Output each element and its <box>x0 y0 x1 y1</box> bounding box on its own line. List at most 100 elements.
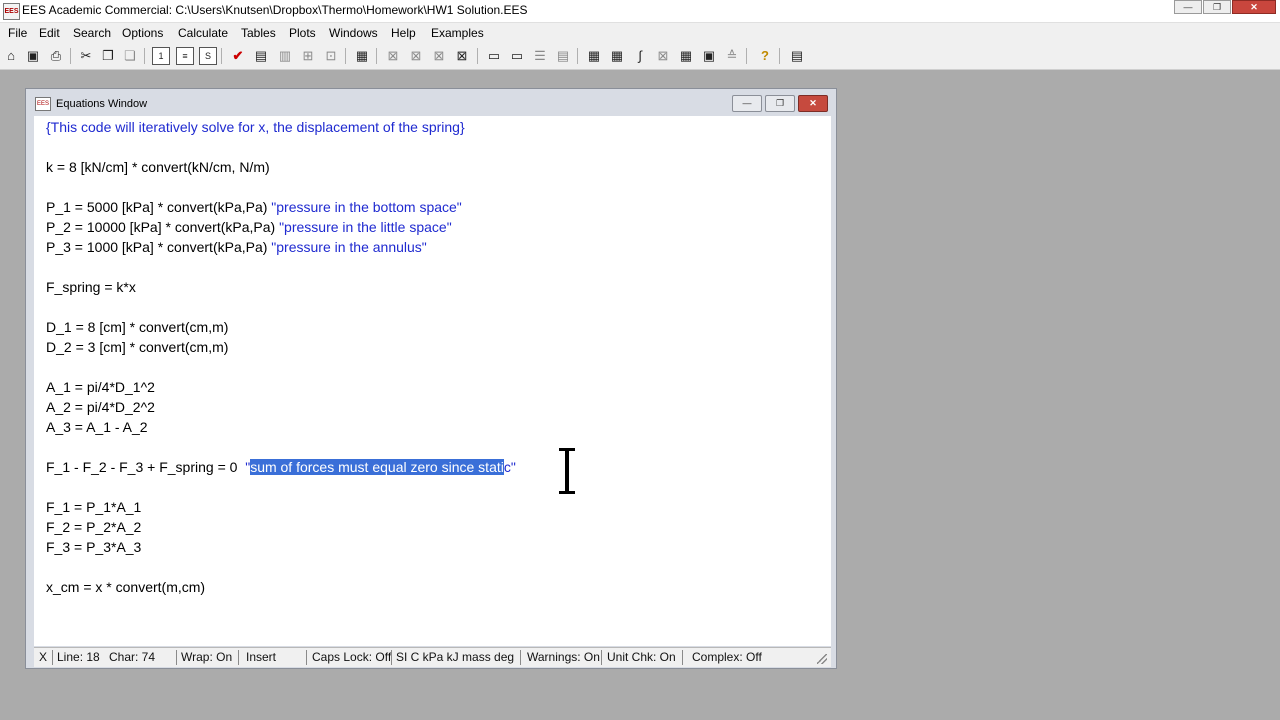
formatted-equations-icon[interactable]: ≡ <box>176 47 194 65</box>
equations-window-controls: — ❐ ✕ <box>729 95 828 112</box>
status-line: Line: 18 <box>57 650 100 664</box>
plot4-icon[interactable]: ⊠ <box>453 47 471 65</box>
eq-minimize-button[interactable]: — <box>732 95 762 112</box>
menu-search[interactable]: Search <box>73 26 111 40</box>
text-cursor-icon <box>559 448 575 494</box>
toolbar-separator <box>746 48 747 64</box>
residuals-icon[interactable]: ⊞ <box>299 47 317 65</box>
code-line: k = 8 [kN/cm] * convert(kN/cm, N/m) <box>46 159 270 175</box>
code-comment: c" <box>503 459 516 475</box>
code-line: A_2 = pi/4*D_2^2 <box>46 399 155 415</box>
minimize-button[interactable]: — <box>1174 0 1202 14</box>
paste-icon[interactable]: ❏ <box>121 47 139 65</box>
toolbar-separator <box>144 48 145 64</box>
equations-editor[interactable]: {This code will iteratively solve for x,… <box>34 116 831 646</box>
code-line: x_cm = x * convert(m,cm) <box>46 579 206 595</box>
arrays-table-icon[interactable]: ▤ <box>554 47 572 65</box>
menu-help[interactable]: Help <box>391 26 416 40</box>
status-x: X <box>39 650 48 664</box>
status-units[interactable]: SI C kPa kJ mass deg <box>396 650 514 665</box>
toolbar-separator <box>345 48 346 64</box>
maximize-button[interactable]: ❐ <box>1203 0 1231 14</box>
menu-calculate[interactable]: Calculate <box>178 26 228 40</box>
menu-examples[interactable]: Examples <box>431 26 484 40</box>
menu-tables[interactable]: Tables <box>241 26 276 40</box>
ees-app-icon: EES <box>3 3 20 20</box>
toolbar-separator <box>221 48 222 64</box>
menu-edit[interactable]: Edit <box>39 26 60 40</box>
status-unit-check[interactable]: Unit Chk: On <box>607 650 676 665</box>
info-icon[interactable]: ≙ <box>723 47 741 65</box>
status-insert[interactable]: Insert <box>246 650 276 665</box>
menu-plots[interactable]: Plots <box>289 26 316 40</box>
toolbar-separator <box>577 48 578 64</box>
status-char: Char: 74 <box>109 650 156 664</box>
calculator-help-icon[interactable]: ▤ <box>788 47 806 65</box>
code-line: D_2 = 3 [cm] * convert(cm,m) <box>46 339 229 355</box>
code-line: F_spring = k*x <box>46 279 136 295</box>
save-icon[interactable]: ▣ <box>24 47 42 65</box>
code-line: P_1 = 5000 [kPa] * convert(kPa,Pa) "pres… <box>46 197 462 217</box>
code-comment: "pressure in the little space" <box>279 219 452 235</box>
eq-maximize-button[interactable]: ❐ <box>765 95 795 112</box>
copy-icon[interactable]: ❐ <box>99 47 117 65</box>
toolbar: ⌂ ▣ ⎙ ✂ ❐ ❏ 1 ≡ S ✔ ▤ ▥ ⊞ ⊡ ▦ ⊠ ⊠ ⊠ ⊠ ▭ … <box>0 43 1280 70</box>
cut-icon[interactable]: ✂ <box>77 47 95 65</box>
grid2-icon[interactable]: ▦ <box>608 47 626 65</box>
status-caps-lock: Caps Lock: Off <box>312 650 392 664</box>
status-separator <box>682 650 683 665</box>
integral-icon[interactable]: ☰ <box>531 47 549 65</box>
equations-window-titlebar[interactable]: EES Equations Window — ❐ ✕ <box>26 89 836 116</box>
selected-text: sum of forces must equal zero since stat… <box>250 459 504 475</box>
equations-window-title: Equations Window <box>56 98 148 110</box>
app-window-controls: — ❐ ✕ <box>1173 0 1276 14</box>
status-separator <box>391 650 392 665</box>
plot1-icon[interactable]: ⊠ <box>384 47 402 65</box>
eq-close-button[interactable]: ✕ <box>798 95 828 112</box>
calculator-icon[interactable]: ▤ <box>252 47 270 65</box>
property-icon[interactable]: ▣ <box>700 47 718 65</box>
solve-check-icon[interactable]: ✔ <box>229 47 247 65</box>
toolbar-separator <box>376 48 377 64</box>
plot3-icon[interactable]: ⊠ <box>430 47 448 65</box>
chart-icon[interactable]: ▦ <box>677 47 695 65</box>
menu-options[interactable]: Options <box>122 26 163 40</box>
table-icon2[interactable]: ⊠ <box>654 47 672 65</box>
menu-bar: File Edit Search Options Calculate Table… <box>0 23 1280 43</box>
menu-file[interactable]: File <box>8 26 27 40</box>
code-line: P_3 = 1000 [kPa] * convert(kPa,Pa) "pres… <box>46 237 427 257</box>
code-comment: "pressure in the annulus" <box>271 239 427 255</box>
toolbar-separator <box>70 48 71 64</box>
code-text: F_1 - F_2 - F_3 + F_spring = 0 <box>46 459 246 475</box>
plot2-icon[interactable]: ⊠ <box>407 47 425 65</box>
grid-icon[interactable]: ▦ <box>585 47 603 65</box>
solution-window-icon[interactable]: S <box>199 47 217 65</box>
lookup-icon[interactable]: ▭ <box>485 47 503 65</box>
code-line: F_1 - F_2 - F_3 + F_spring = 0 "sum of f… <box>46 457 516 477</box>
table-icon[interactable]: ▦ <box>353 47 371 65</box>
arrays-icon[interactable]: ▥ <box>276 47 294 65</box>
help-icon[interactable]: ? <box>756 47 774 65</box>
status-separator <box>601 650 602 665</box>
equations-window-icon[interactable]: 1 <box>152 47 170 65</box>
equations-window: EES Equations Window — ❐ ✕ {This code wi… <box>25 88 837 669</box>
diagram-icon[interactable]: ∫ <box>631 47 649 65</box>
status-complex[interactable]: Complex: Off <box>692 650 762 665</box>
status-separator <box>52 650 53 665</box>
parametric-icon[interactable]: ▭ <box>508 47 526 65</box>
resize-grip-icon[interactable] <box>817 654 827 664</box>
toolbar-separator <box>477 48 478 64</box>
menu-windows[interactable]: Windows <box>329 26 378 40</box>
open-icon[interactable]: ⌂ <box>2 47 20 65</box>
print-icon[interactable]: ⎙ <box>47 47 65 65</box>
code-line: P_2 = 10000 [kPa] * convert(kPa,Pa) "pre… <box>46 217 452 237</box>
code-comment: "pressure in the bottom space" <box>271 199 462 215</box>
status-bar: X Line: 18 Char: 74 Wrap: On Insert Caps… <box>34 647 831 667</box>
code-text: P_3 = 1000 [kPa] * convert(kPa,Pa) <box>46 239 272 255</box>
code-text: P_2 = 10000 [kPa] * convert(kPa,Pa) <box>46 219 280 235</box>
status-wrap[interactable]: Wrap: On <box>181 650 232 665</box>
status-warnings[interactable]: Warnings: On <box>527 650 600 665</box>
status-separator <box>306 650 307 665</box>
report-icon[interactable]: ⊡ <box>322 47 340 65</box>
close-button[interactable]: ✕ <box>1232 0 1276 14</box>
